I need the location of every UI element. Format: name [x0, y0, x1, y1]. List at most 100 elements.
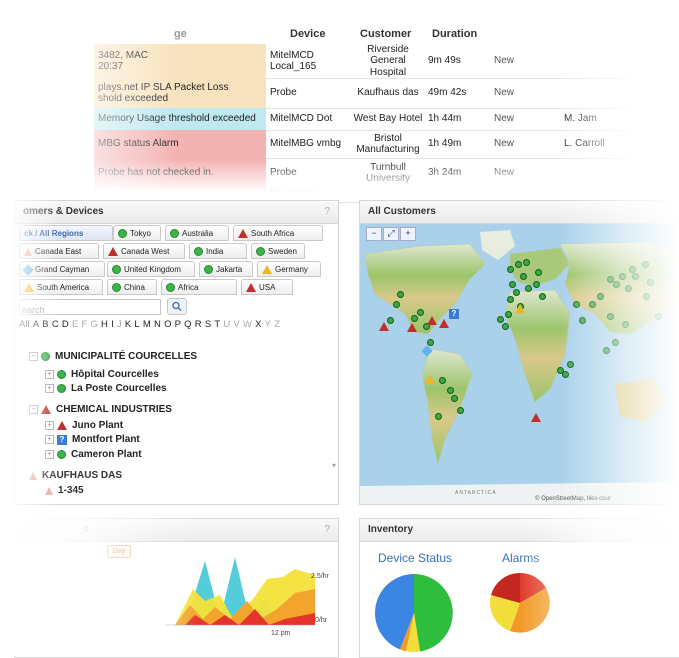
alphabet-letter[interactable]: E: [72, 319, 78, 330]
customer-marker-ok-icon[interactable]: [557, 367, 564, 374]
alphabet-letter[interactable]: S: [205, 319, 211, 330]
alarm-row[interactable]: plays.net IP SLA Packet Loss shold excee…: [94, 78, 654, 109]
alphabet-letter[interactable]: U: [223, 319, 230, 330]
customer-marker-ok-icon[interactable]: [505, 311, 512, 318]
customer-marker-ok-icon[interactable]: [589, 301, 596, 308]
alphabet-letter[interactable]: R: [195, 319, 202, 330]
expand-icon[interactable]: +: [45, 450, 54, 459]
alphabet-letter[interactable]: K: [125, 319, 131, 330]
customer-marker-warning-icon[interactable]: [425, 375, 435, 384]
alphabet-letter[interactable]: N: [154, 319, 161, 330]
map-attribution[interactable]: © OpenStreetMap, tiles cour: [535, 496, 611, 502]
customer-marker-ok-icon[interactable]: [597, 293, 604, 300]
customer-marker-ok-icon[interactable]: [625, 285, 632, 292]
customer-marker-ok-icon[interactable]: [573, 301, 580, 308]
customer-marker-ok-icon[interactable]: [612, 339, 619, 346]
customer-marker-ok-icon[interactable]: [411, 315, 418, 322]
alarm-row[interactable]: 3482, MAC 20:37 MitelMCD Local_165 Riversi…: [94, 44, 654, 79]
customer-marker-critical-icon[interactable]: [427, 316, 437, 325]
customer-marker-ok-icon[interactable]: [643, 293, 650, 300]
tab-region[interactable]: China: [107, 279, 157, 295]
customer-marker-ok-icon[interactable]: [451, 395, 458, 402]
tab-region[interactable]: Africa: [161, 279, 237, 295]
column-header-device[interactable]: Device: [290, 28, 325, 40]
tree-node[interactable]: 1-345: [45, 485, 84, 496]
tab-region[interactable]: Grand Cayman: [19, 261, 105, 277]
customer-marker-ok-icon[interactable]: [622, 321, 629, 328]
tab-region[interactable]: ck / All Regions: [19, 225, 113, 241]
customer-marker-critical-icon[interactable]: [407, 323, 417, 332]
expand-icon[interactable]: +: [45, 435, 54, 444]
tab-region[interactable]: South Africa: [233, 225, 323, 241]
customer-marker-ok-icon[interactable]: [457, 407, 464, 414]
tab-region[interactable]: USA: [241, 279, 293, 295]
help-icon[interactable]: ?: [324, 201, 330, 223]
customer-marker-ok-icon[interactable]: [567, 361, 574, 368]
customer-marker-warning-icon[interactable]: [515, 304, 525, 313]
search-button[interactable]: [167, 298, 187, 315]
graph-help-icon[interactable]: ?: [324, 519, 330, 541]
alphabet-letter[interactable]: A: [33, 319, 39, 330]
tab-region[interactable]: India: [189, 243, 247, 259]
customer-marker-unknown-icon[interactable]: ?: [449, 309, 459, 319]
zoom-in-button[interactable]: +: [400, 227, 416, 241]
alphabet-letter[interactable]: B: [42, 319, 48, 330]
alphabet-letter[interactable]: D: [62, 319, 69, 330]
zoom-extent-button[interactable]: ⤢: [383, 227, 399, 241]
customer-marker-ok-icon[interactable]: [520, 273, 527, 280]
customer-marker-ok-icon[interactable]: [607, 313, 614, 320]
alphabet-letter[interactable]: C: [52, 319, 59, 330]
customer-marker-ok-icon[interactable]: [523, 259, 530, 266]
device-status-pie-chart[interactable]: [374, 571, 454, 655]
scroll-down-arrow[interactable]: ▾: [332, 461, 336, 470]
alphabet-letter[interactable]: W: [243, 319, 252, 330]
customer-marker-critical-icon[interactable]: [379, 322, 389, 331]
alphabet-letter[interactable]: G: [90, 319, 97, 330]
tree-node[interactable]: KAUFHAUS DAS: [29, 470, 122, 481]
tab-region[interactable]: Sweden: [251, 243, 305, 259]
customer-marker-ok-icon[interactable]: [515, 261, 522, 268]
alarms-pie-chart[interactable]: [480, 571, 560, 641]
customer-marker-ok-icon[interactable]: [513, 289, 520, 296]
alarm-row[interactable]: Probe has not checked in. Probe Turnbull U…: [94, 158, 654, 189]
alphabet-letter[interactable]: L: [134, 319, 139, 330]
tree-node[interactable]: + La Poste Courcelles: [45, 383, 167, 394]
tab-region[interactable]: Tokyo: [113, 225, 161, 241]
expand-icon[interactable]: +: [45, 421, 54, 430]
alarm-row[interactable]: Memory Usage threshold exceeded MitelMCD …: [94, 108, 654, 131]
collapse-icon[interactable]: −: [29, 405, 38, 414]
alphabet-letter[interactable]: J: [117, 319, 122, 330]
customer-marker-ok-icon[interactable]: [525, 285, 532, 292]
alphabet-letter[interactable]: X: [255, 319, 261, 330]
tree-node[interactable]: + Cameron Plant: [45, 449, 142, 460]
customer-marker-ok-icon[interactable]: [397, 291, 404, 298]
alphabet-letter[interactable]: T: [214, 319, 220, 330]
customer-marker-ok-icon[interactable]: [417, 309, 424, 316]
expand-icon[interactable]: +: [45, 384, 54, 393]
tree-node[interactable]: + Juno Plant: [45, 420, 123, 431]
alphabet-letter[interactable]: P: [175, 319, 181, 330]
customer-marker-ok-icon[interactable]: [447, 387, 454, 394]
alphabet-letter[interactable]: I: [111, 319, 114, 330]
tab-region[interactable]: Australia: [165, 225, 229, 241]
expand-icon[interactable]: +: [45, 370, 54, 379]
customer-marker-ok-icon[interactable]: [507, 296, 514, 303]
alphabet-letter[interactable]: V: [233, 319, 239, 330]
tree-node[interactable]: + Hôpital Courcelles: [45, 369, 159, 380]
zoom-out-button[interactable]: −: [366, 227, 382, 241]
alphabet-letter[interactable]: H: [101, 319, 108, 330]
tab-region[interactable]: South America: [19, 279, 103, 295]
tree-node[interactable]: − MUNICIPALITÉ COURCELLES: [29, 351, 197, 362]
customer-marker-ok-icon[interactable]: [655, 313, 662, 320]
customer-marker-ok-icon[interactable]: [642, 261, 649, 268]
tab-region[interactable]: United Kingdom: [107, 261, 195, 277]
customer-marker-ok-icon[interactable]: [629, 266, 636, 273]
customer-marker-ok-icon[interactable]: [497, 316, 504, 323]
search-input[interactable]: earch: [19, 299, 161, 315]
customer-marker-ok-icon[interactable]: [393, 301, 400, 308]
alphabet-letter[interactable]: Q: [184, 319, 191, 330]
alphabet-letter[interactable]: Z: [274, 319, 280, 330]
world-map[interactable]: ? ANTARCTICA © OpenStreetMap, tiles cour: [360, 224, 679, 504]
alphabet-letter[interactable]: O: [164, 319, 171, 330]
tab-region[interactable]: Germany: [257, 261, 321, 277]
